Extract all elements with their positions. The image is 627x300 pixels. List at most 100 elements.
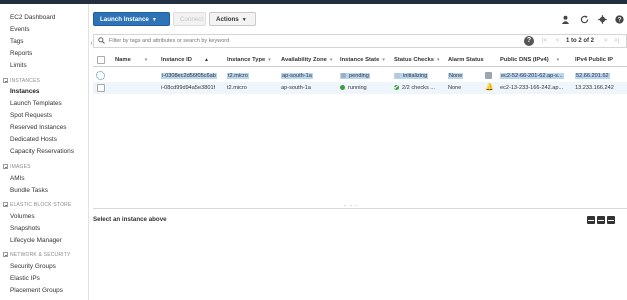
sidebar-item-security-groups[interactable]: Security Groups: [10, 263, 56, 270]
column-header-instance-type[interactable]: Instance Type ▾: [227, 53, 271, 67]
sidebar-section-network-security[interactable]: NETWORK & SECURITY: [3, 252, 71, 258]
table-header: Name ▾ Instance ID ▲ Instance Type ▾ Availa…: [93, 53, 627, 67]
toolbar: Launch Instance ▼ Connect Actions ▼ ?: [93, 10, 627, 30]
cell-instance-state: pending: [340, 70, 370, 82]
loading-spinner-icon: [96, 71, 105, 80]
column-header-alarm-status[interactable]: Alarm Status: [448, 53, 484, 67]
sidebar-item-dedicated-hosts[interactable]: Dedicated Hosts: [10, 136, 57, 143]
column-header-availability-zone[interactable]: Availability Zone ▾: [281, 53, 332, 67]
check-circle-icon: [394, 84, 399, 90]
collapse-icon: [3, 202, 8, 207]
sort-icon: ▾: [436, 57, 440, 63]
state-text: running: [348, 85, 367, 91]
column-header-instance-id[interactable]: Instance ID ▲: [161, 53, 209, 67]
sidebar-item-placement-groups[interactable]: Placement Groups: [10, 287, 63, 294]
sort-icon: ▾: [556, 57, 560, 63]
cell-alarm-status: None: [448, 70, 464, 82]
sidebar-nav: EC2 Dashboard Events Tags Reports Limits…: [0, 4, 89, 300]
gear-icon[interactable]: [597, 15, 607, 25]
sidebar-item-bundle-tasks[interactable]: Bundle Tasks: [10, 187, 48, 194]
cell-instance-type: t2.micro: [227, 85, 247, 91]
layout-split-icon[interactable]: [597, 216, 605, 224]
pane-splitter[interactable]: [93, 208, 627, 209]
status-text: initializing: [403, 73, 428, 79]
sidebar-item-volumes[interactable]: Volumes: [10, 213, 35, 220]
layout-bottom-icon[interactable]: [587, 216, 595, 224]
column-header-ipv4-public-ip[interactable]: IPv4 Public IP: [575, 53, 613, 67]
cell-alarm-status: None: [448, 85, 462, 91]
column-header-instance-state[interactable]: Instance State ▾: [340, 53, 385, 67]
collapse-icon: [3, 252, 8, 257]
table-row[interactable]: i-0308ec2d56f05c6ab t2.micro ap-south-1a…: [93, 70, 627, 82]
help-icon[interactable]: ?: [614, 15, 624, 25]
user-icon[interactable]: [560, 15, 570, 25]
sidebar-item-lifecycle-manager[interactable]: Lifecycle Manager: [10, 237, 62, 244]
sidebar-item-snapshots[interactable]: Snapshots: [10, 225, 40, 232]
last-page-icon[interactable]: >|: [614, 37, 619, 46]
cell-instance-state: running: [340, 82, 367, 94]
cell-instance-type: t2.micro: [227, 70, 249, 82]
header-label: Availability Zone: [281, 57, 327, 63]
cell-instance-id: i-0308ec2d56f05c6ab: [161, 70, 217, 82]
sidebar-item-instances[interactable]: Instances: [10, 88, 39, 95]
sidebar-section-images[interactable]: IMAGES: [3, 164, 31, 170]
svg-text:?: ?: [617, 17, 621, 24]
alarm-text: None: [448, 73, 464, 79]
sidebar-item-spot-requests[interactable]: Spot Requests: [10, 112, 52, 119]
column-header-status-checks[interactable]: Status Checks ▾: [394, 53, 439, 67]
sidebar-item-limits[interactable]: Limits: [10, 62, 27, 69]
cell-public-dns: ec2-52-66-201-62.ap-s...: [500, 70, 564, 82]
top-navigation-bar: [0, 0, 627, 4]
collapse-icon: [3, 164, 8, 169]
ip-text: 52.66.201.62: [575, 73, 610, 79]
sidebar-section-elastic-block-store[interactable]: ELASTIC BLOCK STORE: [3, 202, 72, 208]
header-label: Status Checks: [394, 57, 434, 63]
sidebar-item-reserved-instances[interactable]: Reserved Instances: [10, 124, 66, 131]
launch-instance-label: Launch Instance: [100, 16, 149, 23]
header-label: Instance State: [340, 57, 380, 63]
alarm-bell-icon[interactable]: 🔔: [485, 84, 494, 91]
sidebar-item-reports[interactable]: Reports: [10, 50, 32, 57]
select-all-checkbox[interactable]: [97, 56, 105, 64]
sidebar-section-title: IMAGES: [10, 164, 31, 170]
instance-id-text: i-0308ec2d56f05c6ab: [161, 73, 217, 79]
sidebar-item-tags[interactable]: Tags: [10, 38, 24, 45]
help-icon[interactable]: ?: [524, 36, 534, 46]
layout-full-icon[interactable]: [607, 216, 615, 224]
filter-input[interactable]: [109, 35, 509, 47]
column-header-name[interactable]: Name ▾: [115, 53, 147, 67]
row-checkbox[interactable]: [97, 84, 105, 92]
table-row[interactable]: i-08cd99d94a5e3801f t2.micro ap-south-1a…: [93, 82, 627, 94]
pending-state-icon: [341, 72, 346, 78]
actions-label: Actions: [216, 16, 239, 23]
actions-button[interactable]: Actions ▼: [209, 12, 256, 26]
first-page-icon[interactable]: |<: [542, 37, 547, 46]
next-page-icon[interactable]: >: [604, 37, 608, 46]
pagination-text: 1 to 2 of 2: [566, 38, 595, 44]
connect-button[interactable]: Connect: [173, 12, 206, 26]
column-header-public-dns[interactable]: Public DNS (IPv4) ▾: [500, 53, 559, 67]
sort-icon: ▾: [144, 57, 148, 63]
layout-toggle-group: [587, 216, 617, 224]
sidebar-section-title: NETWORK & SECURITY: [10, 252, 71, 258]
sidebar-item-launch-templates[interactable]: Launch Templates: [10, 100, 62, 107]
alarm-icon[interactable]: [485, 72, 492, 79]
header-label: Public DNS (IPv4): [500, 57, 549, 63]
details-pane-title: Select an instance above: [93, 216, 167, 223]
launch-instance-button[interactable]: Launch Instance ▼: [93, 12, 170, 26]
caret-down-icon: ▼: [151, 17, 157, 23]
previous-page-icon[interactable]: <: [556, 37, 560, 46]
refresh-icon[interactable]: [579, 15, 589, 25]
dns-text: ec2-52-66-201-62.ap-s...: [500, 73, 564, 79]
sidebar-item-ec2-dashboard[interactable]: EC2 Dashboard: [10, 14, 55, 21]
sidebar-item-events[interactable]: Events: [10, 26, 30, 33]
sidebar-section-instances[interactable]: INSTANCES: [3, 78, 40, 84]
sidebar-section-title: INSTANCES: [10, 78, 41, 84]
sidebar-item-capacity-reservations[interactable]: Capacity Reservations: [10, 148, 74, 155]
filter-bar: ? |< < 1 to 2 of 2 > >|: [93, 34, 627, 48]
sort-icon: ▾: [329, 57, 333, 63]
cell-availability-zone: ap-south-1a: [281, 70, 313, 82]
sidebar-item-elastic-ips[interactable]: Elastic IPs: [10, 275, 40, 282]
cell-public-dns: ec2-13-233-166-242.ap...: [500, 85, 564, 91]
sidebar-item-amis[interactable]: AMIs: [10, 175, 25, 182]
